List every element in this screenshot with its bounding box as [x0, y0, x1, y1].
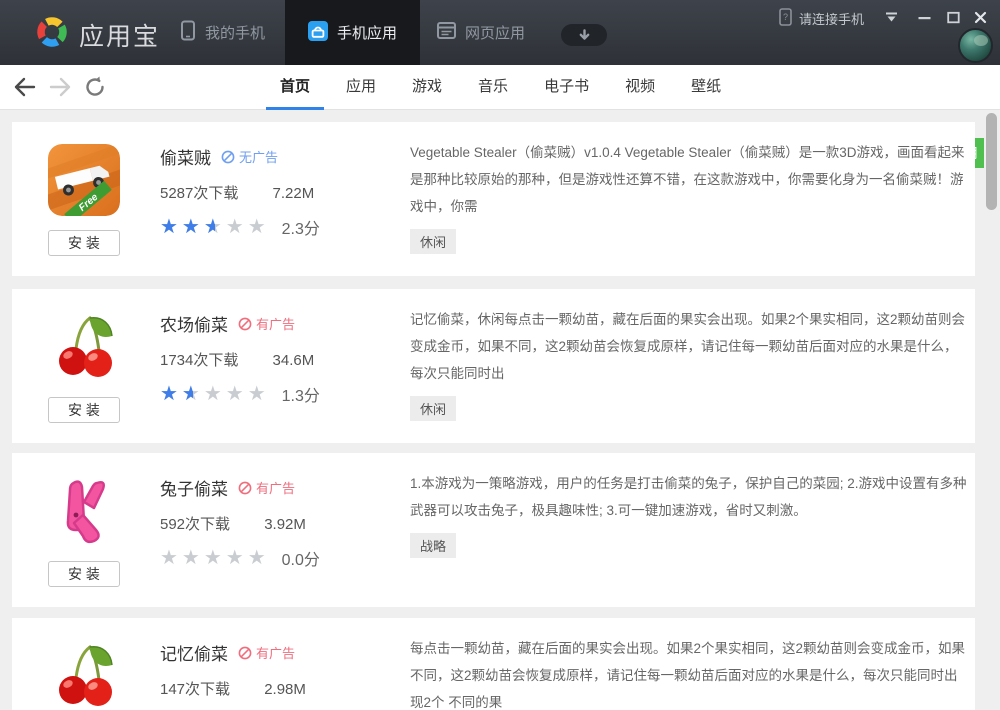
- app-description: 1.本游戏为一策略游戏，用户的任务是打击偷菜的兔子，保护自己的菜园; 2.游戏中…: [410, 470, 970, 524]
- app-description: 记忆偷菜，休闲每点击一颗幼苗，藏在后面的果实会出现。如果2个果实相同，这2颗幼苗…: [410, 306, 970, 387]
- install-button[interactable]: 安 装: [48, 230, 120, 256]
- app-name[interactable]: 记忆偷菜: [160, 640, 228, 665]
- tab-my-phone[interactable]: 我的手机: [160, 0, 285, 65]
- scrollbar-track[interactable]: [984, 110, 1000, 710]
- titlebar: 应用宝 我的手机 手机应用: [0, 0, 1000, 65]
- menu-dropdown-button[interactable]: [882, 9, 900, 25]
- install-button[interactable]: 安 装: [48, 397, 120, 423]
- category-tag[interactable]: 休闲: [410, 396, 456, 421]
- ad-badge-label: 有广告: [256, 314, 295, 333]
- download-manager-button[interactable]: [561, 24, 607, 46]
- app-list: Free: [0, 110, 1000, 710]
- download-count: 592次下载: [160, 516, 230, 533]
- skin-menu-icon: [885, 12, 898, 22]
- download-count: 147次下载: [160, 681, 230, 698]
- ad-shield-icon: [238, 646, 252, 660]
- app-logo: 应用宝: [34, 14, 160, 55]
- download-arrow-icon: [578, 29, 591, 42]
- nav-tab-apps[interactable]: 应用: [332, 65, 390, 110]
- app-description: Vegetable Stealer（偷菜贼）v1.0.4 Vegetable S…: [410, 139, 970, 220]
- ad-shield-icon: [238, 481, 252, 495]
- forward-button[interactable]: [47, 74, 73, 100]
- nav-tab-video[interactable]: 视频: [611, 65, 669, 110]
- stars-filled: ★★★★★: [160, 383, 193, 405]
- download-count: 1734次下载: [160, 352, 238, 369]
- pinwheel-logo-icon: [34, 14, 70, 55]
- app-name[interactable]: 偷菜贼: [160, 144, 211, 169]
- category-tabs: 首页 应用 游戏 音乐 电子书 视频 壁纸: [266, 65, 735, 110]
- app-size: 2.98M: [264, 681, 306, 698]
- tab-label: 网页应用: [465, 22, 525, 43]
- tab-web-apps[interactable]: 网页应用: [420, 0, 542, 65]
- minimize-button[interactable]: [915, 9, 933, 25]
- app-card: 安 装 记忆偷菜 有广告 147次下载 2.98M ★★★★★: [12, 618, 975, 710]
- close-button[interactable]: [971, 9, 989, 25]
- ad-badge: 有广告: [238, 478, 295, 497]
- stars-filled: ★★★★★: [160, 216, 215, 238]
- app-name[interactable]: 农场偷菜: [160, 311, 228, 336]
- ad-shield-icon: [238, 317, 252, 331]
- app-icon[interactable]: Free: [48, 144, 120, 216]
- nav-tab-music[interactable]: 音乐: [464, 65, 522, 110]
- download-count: 5287次下载: [160, 185, 238, 202]
- app-size: 7.22M: [273, 185, 315, 202]
- ad-badge: 有广告: [238, 643, 295, 662]
- logo-text: 应用宝: [79, 17, 160, 53]
- phone-icon: [180, 20, 196, 45]
- nav-tab-wallpaper[interactable]: 壁纸: [677, 65, 735, 110]
- app-card: Free: [12, 122, 975, 276]
- nav-tab-ebooks[interactable]: 电子书: [530, 65, 603, 110]
- stars-empty: ★★★★★: [160, 547, 270, 569]
- app-size: 34.6M: [273, 352, 315, 369]
- app-card: 安 装 农场偷菜 有广告 1734次下载 34.6M ★★★★★: [12, 289, 975, 443]
- close-icon: [974, 11, 987, 24]
- app-card: 安 装 兔子偷菜 有广告 592次下载 3.92M ★★★★★: [12, 453, 975, 607]
- connect-phone-status[interactable]: ? 请连接手机: [779, 8, 864, 29]
- maximize-icon: [947, 11, 960, 24]
- nav-tab-games[interactable]: 游戏: [398, 65, 456, 110]
- refresh-button[interactable]: [82, 74, 108, 100]
- minimize-icon: [918, 11, 931, 24]
- app-name[interactable]: 兔子偷菜: [160, 475, 228, 500]
- star-rating: ★★★★★ ★★★★★: [160, 547, 270, 569]
- app-icon[interactable]: [48, 475, 120, 547]
- svg-text:?: ?: [783, 12, 788, 22]
- rating-score: 1.3分: [282, 382, 320, 406]
- category-tag[interactable]: 战略: [410, 533, 456, 558]
- ad-badge: 有广告: [238, 314, 295, 333]
- connect-phone-label: 请连接手机: [799, 9, 864, 28]
- scrollbar-thumb[interactable]: [986, 113, 997, 210]
- app-size: 3.92M: [264, 516, 306, 533]
- app-icon[interactable]: [48, 640, 120, 710]
- star-rating: ★★★★★ ★★★★★: [160, 216, 270, 238]
- star-rating: ★★★★★ ★★★★★: [160, 383, 270, 405]
- app-description: 每点击一颗幼苗，藏在后面的果实会出现。如果2个果实相同，这2颗幼苗则会变成金币，…: [410, 635, 970, 710]
- app-window: 应用宝 我的手机 手机应用: [0, 0, 1000, 710]
- ad-badge-label: 有广告: [256, 478, 295, 497]
- rating-score: 2.3分: [282, 215, 320, 239]
- app-bag-icon: [308, 21, 328, 45]
- category-tag[interactable]: 休闲: [410, 229, 456, 254]
- tab-label: 我的手机: [205, 22, 265, 43]
- ad-shield-icon: [221, 150, 235, 164]
- user-avatar[interactable]: [958, 28, 993, 63]
- maximize-button[interactable]: [944, 9, 962, 25]
- tab-phone-apps[interactable]: 手机应用: [285, 0, 420, 65]
- app-icon[interactable]: [48, 311, 120, 383]
- browser-icon: [437, 21, 456, 44]
- navbar: 首页 应用 游戏 音乐 电子书 视频 壁纸 找应用: [0, 65, 1000, 110]
- rating-score: 0.0分: [282, 546, 320, 570]
- install-button[interactable]: 安 装: [48, 561, 120, 587]
- ad-badge: 无广告: [221, 147, 278, 166]
- phone-question-icon: ?: [779, 8, 792, 29]
- back-button[interactable]: [12, 74, 38, 100]
- tab-label: 手机应用: [337, 22, 397, 43]
- ad-badge-label: 无广告: [239, 147, 278, 166]
- ad-badge-label: 有广告: [256, 643, 295, 662]
- nav-tab-home[interactable]: 首页: [266, 65, 324, 110]
